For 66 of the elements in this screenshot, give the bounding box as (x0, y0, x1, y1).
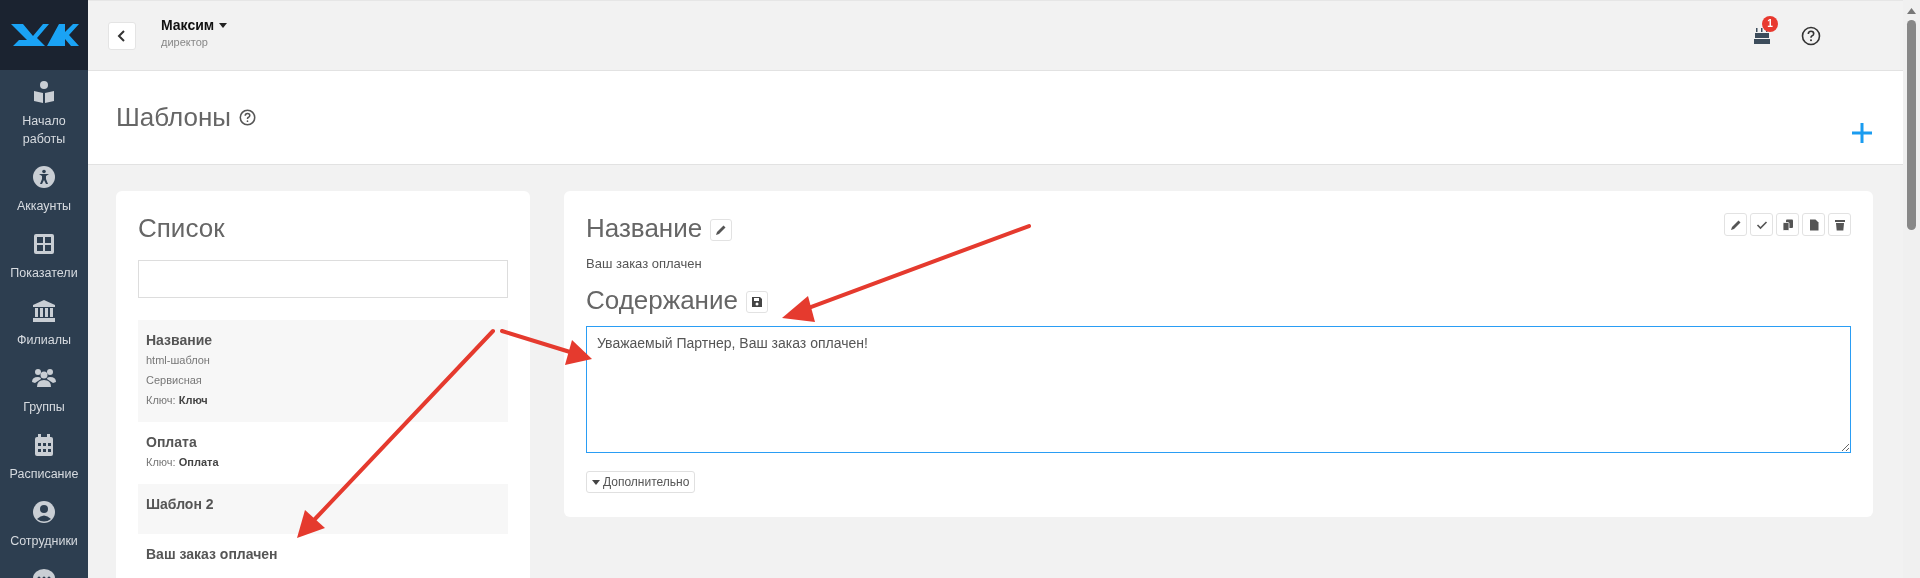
caret-icon[interactable] (219, 22, 228, 28)
search-field[interactable] (138, 260, 508, 298)
pencil-icon (715, 224, 728, 236)
sidebar-item[interactable]: Расписание (0, 423, 88, 490)
caret-icon (592, 479, 600, 485)
template-detail: Ключ: Оплата (146, 455, 220, 470)
template-list-item[interactable]: Название html-шаблон Сервисная Ключ: Ключ (138, 320, 508, 422)
template-detail: html-шаблон (146, 353, 211, 368)
copy-icon (1781, 218, 1794, 231)
book-reader-icon (32, 80, 56, 104)
template-name: Ваш заказ оплачен (146, 546, 279, 562)
template-detail: Сервисная (146, 373, 203, 388)
template-list-item[interactable]: Шаблон 2 (138, 484, 508, 534)
trash-icon (1833, 218, 1846, 231)
scroll-up-icon[interactable] (1907, 8, 1916, 14)
sidebar-label: Расписание (9, 466, 79, 483)
user-role: директор (161, 36, 209, 48)
save-button[interactable] (745, 291, 768, 313)
template-detail: Ключ: Ключ (146, 393, 209, 408)
birthday-cake-icon[interactable] (1753, 26, 1771, 45)
calendar-icon (32, 433, 56, 457)
content-textarea[interactable]: Уважаемый Партнер, Ваш заказ оплачен! (586, 326, 1851, 453)
scrollbar-thumb[interactable] (1907, 20, 1916, 230)
pencil-icon (1729, 218, 1742, 231)
help-icon[interactable] (239, 109, 256, 126)
users-icon (32, 366, 56, 390)
file-icon (1807, 218, 1820, 231)
bank-icon (32, 299, 56, 323)
check-button[interactable] (1750, 213, 1773, 236)
notification-badge: 1 (1762, 15, 1778, 32)
sidebar-item[interactable]: Сотрудники (0, 490, 88, 557)
template-list-item[interactable]: Оплата Ключ: Оплата (138, 422, 508, 484)
back-button[interactable] (108, 21, 136, 50)
template-list-item[interactable]: Ваш заказ оплачен (138, 534, 508, 578)
sidebar-label: Показатели (10, 265, 78, 282)
template-name: Оплата (146, 434, 198, 450)
accessibility-icon (32, 165, 56, 189)
delete-button[interactable] (1828, 213, 1851, 236)
template-name: Название (146, 332, 214, 348)
sidebar-item[interactable]: Группы (0, 356, 88, 423)
list-title: Список (138, 213, 226, 244)
file-button[interactable] (1802, 213, 1825, 236)
sidebar-item[interactable]: Филиалы (0, 289, 88, 356)
chevron-left-icon (117, 28, 127, 43)
sidebar-item[interactable]: Начало работы (0, 70, 88, 155)
edit-button[interactable] (710, 219, 733, 241)
page-title: Шаблоны (116, 102, 231, 133)
sidebar-label: Группы (23, 399, 65, 416)
content-heading: Содержание (586, 285, 738, 316)
sidebar-label: Сотрудники (10, 533, 78, 550)
name-heading: Название (586, 213, 703, 244)
user-circle-icon (32, 500, 56, 524)
template-name-value: Ваш заказ оплачен (586, 256, 703, 271)
user-name[interactable]: Максим (161, 17, 215, 33)
add-icon[interactable] (1851, 121, 1873, 144)
sidebar-label: Аккаунты (16, 198, 72, 215)
more-button[interactable]: Дополнительно (586, 471, 696, 493)
sidebar-label: Филиалы (17, 332, 71, 349)
template-name: Шаблон 2 (146, 496, 215, 512)
copy-button[interactable] (1776, 213, 1799, 236)
sidebar-label: Начало работы (21, 113, 67, 148)
edit-button[interactable] (1724, 213, 1747, 236)
grid-icon (32, 232, 56, 256)
help-icon[interactable] (1801, 25, 1821, 46)
sidebar-item[interactable]: Показатели (0, 222, 88, 289)
sidebar-item[interactable]: Аккаунты (0, 155, 88, 222)
